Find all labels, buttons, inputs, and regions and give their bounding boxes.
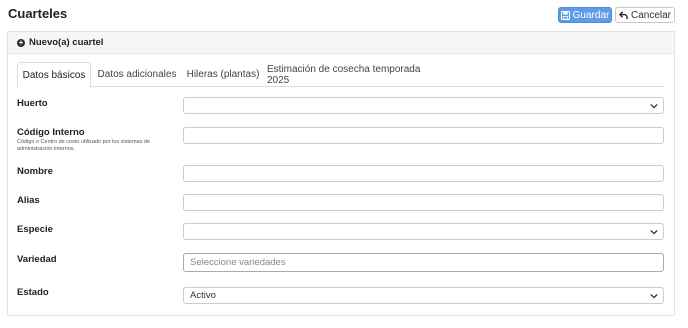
especie-label: Especie (17, 224, 53, 235)
panel-header: + Nuevo(a) cuartel (8, 32, 674, 54)
panel-title: Nuevo(a) cuartel (29, 37, 104, 48)
codigo-interno-help: Código o Centro de costo utilizado por l… (17, 139, 150, 152)
floppy-disk-icon (560, 10, 570, 20)
nombre-label: Nombre (17, 166, 53, 177)
cancel-button-label: Cancelar (630, 9, 672, 21)
estado-select[interactable]: Activo (183, 287, 664, 304)
estado-value: Activo (190, 290, 216, 301)
tab-datos-adicionales[interactable]: Datos adicionales (95, 62, 179, 87)
variedad-multiselect[interactable]: Seleccione variedades (183, 253, 664, 272)
tab-bar: Datos básicos Datos adicionales Hileras … (17, 62, 665, 88)
codigo-interno-label: Código Interno (17, 127, 85, 138)
variedad-placeholder: Seleccione variedades (190, 257, 286, 268)
codigo-interno-input[interactable] (183, 127, 664, 144)
cancel-button[interactable]: Cancelar (615, 7, 675, 23)
chevron-down-icon (650, 293, 658, 299)
alias-input[interactable] (183, 194, 664, 211)
undo-arrow-icon (619, 10, 628, 19)
alias-label: Alias (17, 195, 40, 206)
tab-datos-basicos[interactable]: Datos básicos (17, 62, 91, 88)
variedad-label: Variedad (17, 254, 57, 265)
save-button[interactable]: Guardar (558, 7, 612, 23)
especie-select[interactable] (183, 223, 664, 240)
huerto-select[interactable] (183, 97, 664, 114)
save-button-label: Guardar (572, 9, 610, 21)
nombre-input[interactable] (183, 165, 664, 182)
tab-estimacion-cosecha[interactable]: Estimación de cosecha temporada 2025 (267, 62, 435, 87)
chevron-down-icon (650, 103, 658, 109)
estado-label: Estado (17, 287, 49, 298)
plus-circle-icon: + (17, 37, 25, 47)
page-title: Cuarteles (8, 6, 68, 21)
tab-hileras[interactable]: Hileras (plantas) (183, 62, 263, 87)
chevron-down-icon (650, 229, 658, 235)
huerto-label: Huerto (17, 98, 48, 109)
